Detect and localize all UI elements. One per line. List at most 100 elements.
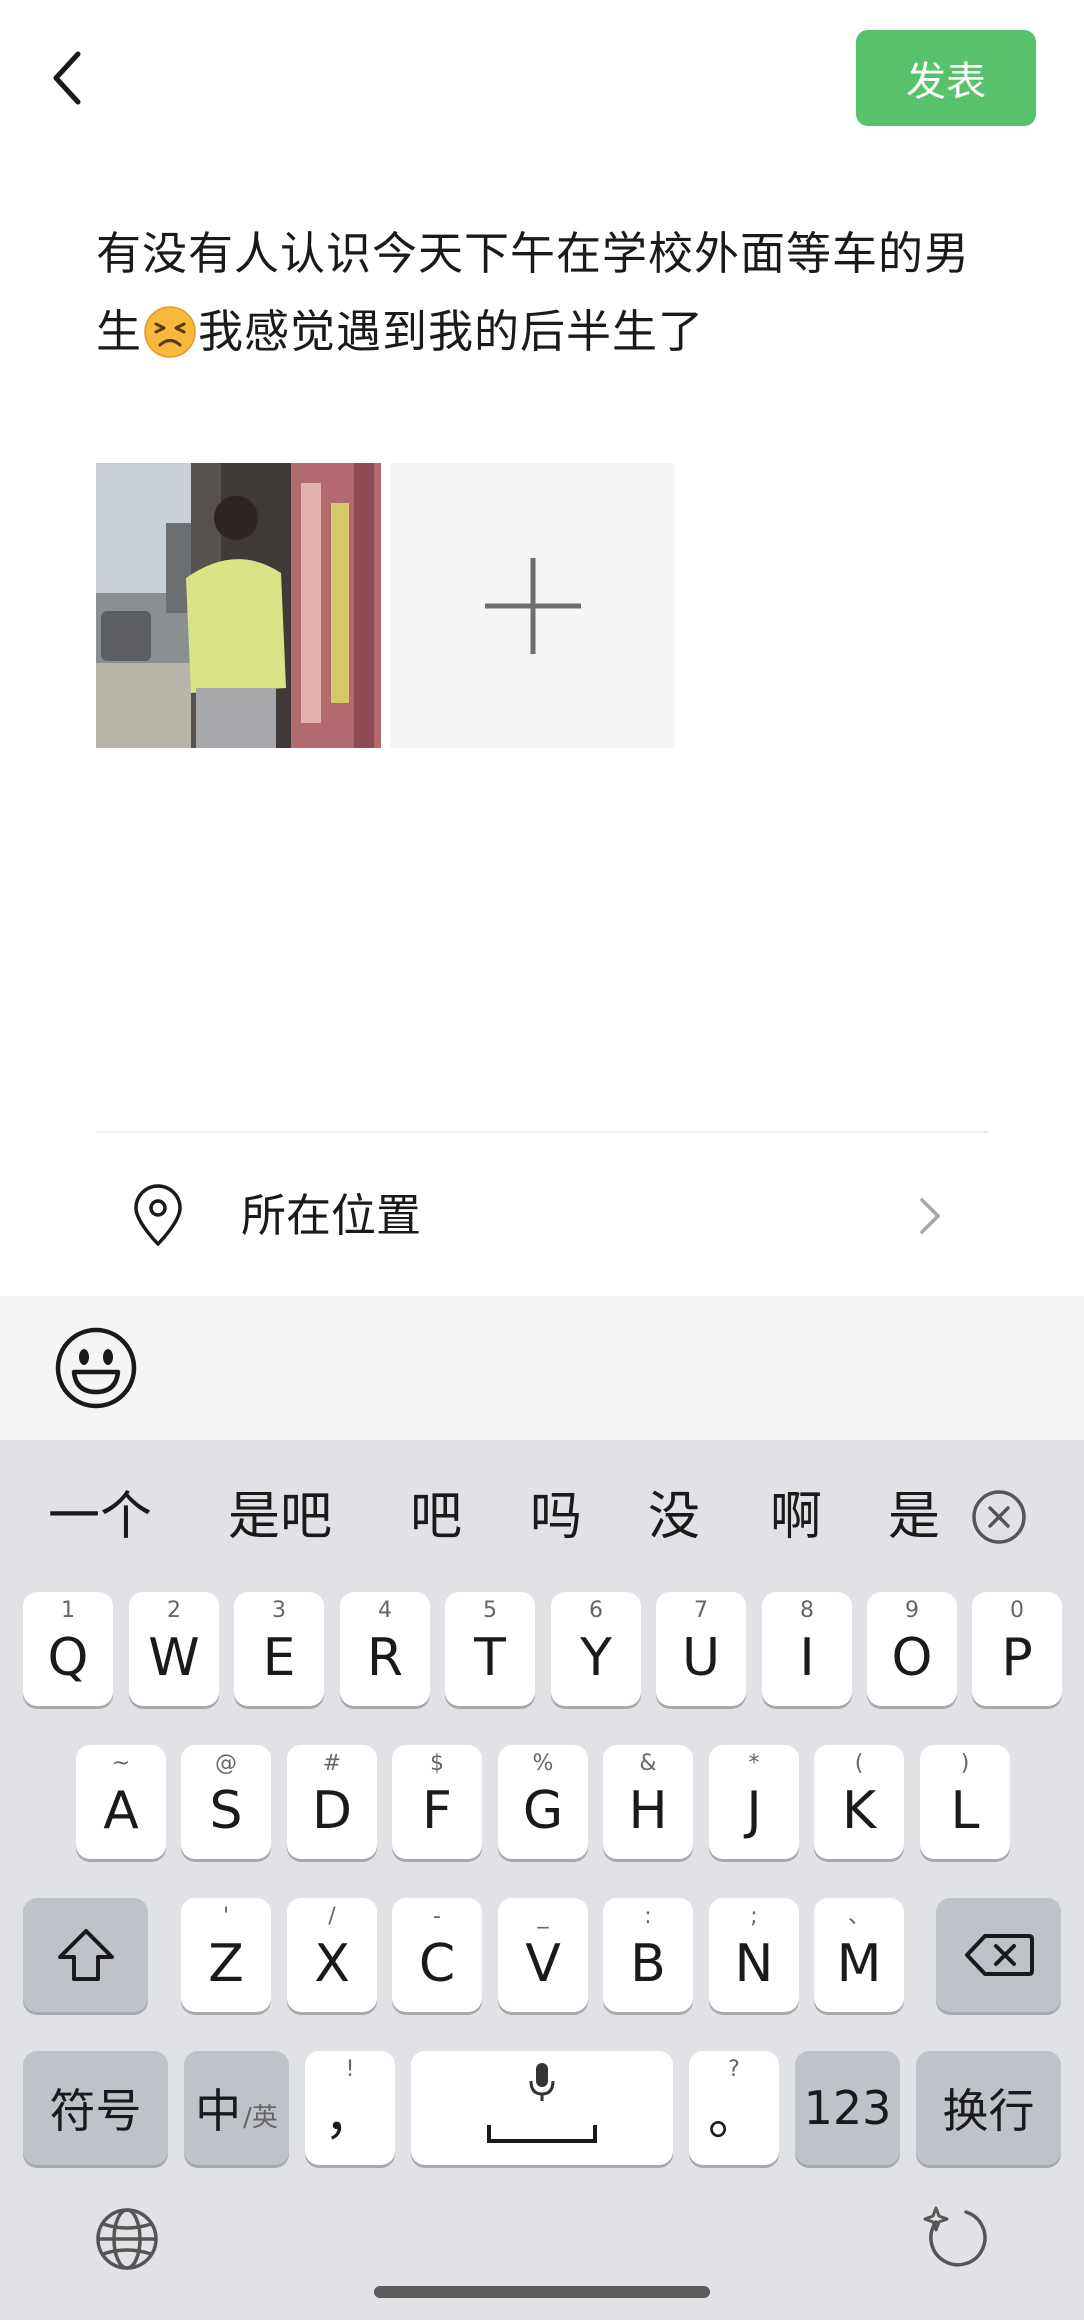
enter-key[interactable]: 换行	[916, 2051, 1061, 2165]
space-bar-icon	[487, 2125, 597, 2143]
key-j[interactable]: * J	[709, 1745, 799, 1859]
key-label: S	[209, 1781, 243, 1841]
key-o[interactable]: 9O	[867, 1592, 957, 1706]
key-z[interactable]: ' Z	[181, 1898, 271, 2012]
numbers-key[interactable]: 123	[795, 2051, 900, 2165]
publish-button[interactable]: 发表	[856, 30, 1036, 126]
key-c[interactable]: -C	[392, 1898, 482, 2012]
post-text-area[interactable]: 有没有人认识今天下午在学校外面等车的男 生 我感觉遇到我的后半生了	[96, 226, 1006, 382]
key-label: H	[628, 1781, 668, 1841]
period-key[interactable]: ?。	[689, 2051, 779, 2165]
key-sublabel: 2	[167, 1598, 181, 1623]
key-sublabel: 7	[694, 1598, 708, 1623]
key-y[interactable]: 6Y	[551, 1592, 641, 1706]
key-u[interactable]: 7U	[656, 1592, 746, 1706]
key-sublabel: 0	[1010, 1598, 1024, 1623]
space-key[interactable]	[411, 2051, 673, 2165]
key-sublabel: #	[322, 1751, 342, 1776]
key-sublabel: 9	[905, 1598, 919, 1623]
key-sublabel: 6	[589, 1598, 603, 1623]
key-label: ，	[323, 2087, 376, 2147]
key-sublabel: (	[854, 1751, 864, 1776]
persevering-face-emoji-icon	[144, 306, 196, 358]
key-sublabel: 4	[378, 1598, 392, 1623]
key-sublabel: %	[532, 1751, 554, 1776]
key-sublabel: ;	[750, 1904, 758, 1929]
key-x[interactable]: / X	[287, 1898, 377, 2012]
key-k[interactable]: (K	[814, 1745, 904, 1859]
key-label: N	[734, 1934, 774, 1994]
key-i[interactable]: 8I	[762, 1592, 852, 1706]
key-s[interactable]: @ S	[181, 1745, 271, 1859]
key-label: P	[1001, 1628, 1033, 1688]
key-sublabel: 、	[847, 1904, 870, 1929]
key-sublabel: &	[639, 1751, 657, 1776]
photo-thumbnail[interactable]	[96, 463, 381, 748]
candidate-item[interactable]: 啊	[770, 1482, 822, 1552]
key-label: D	[311, 1781, 353, 1841]
divider	[96, 1131, 988, 1133]
key-g[interactable]: % G	[498, 1745, 588, 1859]
key-w[interactable]: 2W	[129, 1592, 219, 1706]
key-label: F	[422, 1781, 452, 1841]
key-h[interactable]: & H	[603, 1745, 693, 1859]
key-label: E	[262, 1628, 296, 1688]
key-label: V	[525, 1934, 561, 1994]
lang-alt-label: /英	[243, 2102, 278, 2133]
post-text-line-1: 有没有人认识今天下午在学校外面等车的男	[96, 227, 971, 280]
ai-assistant-icon[interactable]	[922, 2204, 988, 2270]
lang-main-label: 中	[195, 2084, 242, 2138]
key-label: U	[681, 1628, 721, 1688]
key-f[interactable]: $ F	[392, 1745, 482, 1859]
backspace-key[interactable]	[936, 1898, 1061, 2012]
microphone-icon	[529, 2063, 555, 2101]
symbols-key[interactable]: 符号	[23, 2051, 168, 2165]
close-candidates-icon[interactable]	[970, 1488, 1028, 1546]
key-q[interactable]: 1Q	[23, 1592, 113, 1706]
key-sublabel: _	[537, 1904, 549, 1929]
key-e[interactable]: 3E	[234, 1592, 324, 1706]
key-label: C	[418, 1934, 456, 1994]
globe-icon[interactable]	[94, 2206, 160, 2272]
key-l[interactable]: ) L	[920, 1745, 1010, 1859]
backspace-icon	[964, 1934, 1034, 1976]
candidate-item[interactable]: 吗	[530, 1482, 582, 1552]
key-label: R	[366, 1628, 404, 1688]
shift-icon	[57, 1929, 114, 1981]
key-label: B	[630, 1934, 666, 1994]
chevron-right-icon	[920, 1198, 940, 1234]
key-label: A	[103, 1781, 139, 1841]
key-t[interactable]: 5T	[445, 1592, 535, 1706]
key-r[interactable]: 4R	[340, 1592, 430, 1706]
key-label: O	[891, 1628, 933, 1688]
key-sublabel: 5	[483, 1598, 497, 1623]
chevron-left-icon	[53, 51, 81, 105]
location-pin-icon	[134, 1184, 182, 1246]
post-text-segment: 我感觉遇到我的后半生了	[198, 305, 705, 358]
key-label: Z	[208, 1934, 244, 1994]
key-d[interactable]: # D	[287, 1745, 377, 1859]
plus-icon	[484, 557, 581, 654]
key-sublabel: 8	[800, 1598, 814, 1623]
key-n[interactable]: ; N	[709, 1898, 799, 2012]
candidate-item[interactable]: 是	[888, 1482, 940, 1552]
language-switch-key[interactable]: 中/英	[184, 2051, 289, 2165]
key-a[interactable]: ~ A	[76, 1745, 166, 1859]
key-label: K	[841, 1781, 877, 1841]
location-row[interactable]: 所在位置	[96, 1160, 988, 1270]
candidate-item[interactable]: 没	[648, 1482, 700, 1552]
key-label: Q	[47, 1628, 89, 1688]
add-photo-button[interactable]	[390, 463, 675, 748]
key-b[interactable]: :B	[603, 1898, 693, 2012]
key-v[interactable]: _ V	[498, 1898, 588, 2012]
shift-key[interactable]	[23, 1898, 148, 2012]
key-p[interactable]: 0P	[972, 1592, 1062, 1706]
emoji-toggle-icon[interactable]	[54, 1326, 138, 1410]
key-m[interactable]: 、 M	[814, 1898, 904, 2012]
comma-key[interactable]: !，	[305, 2051, 395, 2165]
candidate-item[interactable]: 吧	[410, 1482, 462, 1552]
candidate-item[interactable]: 是吧	[228, 1482, 332, 1552]
keyboard: 一个 是吧 吧 吗 没 啊 是 1Q 2W 3E 4R 5T 6Y 7U 8I …	[0, 1440, 1084, 2320]
back-button[interactable]	[38, 42, 98, 114]
candidate-item[interactable]: 一个	[48, 1482, 152, 1552]
